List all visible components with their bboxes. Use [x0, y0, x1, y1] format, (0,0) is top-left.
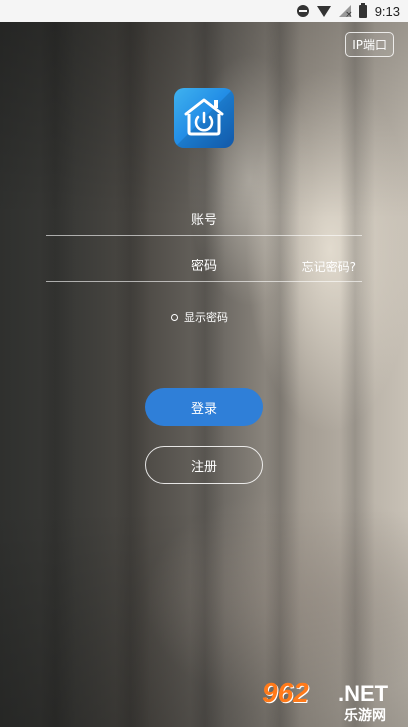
show-password-label: 显示密码 [184, 311, 228, 324]
account-input[interactable] [46, 213, 362, 228]
status-bar: 9:13 [0, 0, 408, 22]
forgot-password-link[interactable]: 忘记密码? [302, 258, 356, 275]
login-button[interactable]: 登录 [145, 388, 263, 426]
wifi-icon [316, 5, 331, 17]
battery-icon [358, 2, 367, 18]
account-field-container [46, 206, 362, 236]
watermark-sub: 乐游网 [344, 708, 386, 724]
show-password-toggle[interactable]: 显示密码 [171, 309, 228, 325]
watermark-net: .NET [338, 681, 389, 706]
app-logo [174, 88, 234, 148]
site-watermark: 962 .NET 乐游网 [262, 677, 402, 724]
show-password-radio[interactable] [171, 313, 178, 321]
status-time: 9:13 [374, 3, 400, 19]
password-field-container: 忘记密码? [46, 252, 362, 282]
register-button[interactable]: 注册 [145, 446, 263, 484]
watermark-number: 962 [262, 677, 309, 708]
do-not-disturb-icon [296, 5, 309, 17]
no-signal-icon [338, 5, 353, 20]
ip-port-button[interactable]: IP端口 [345, 32, 394, 57]
home-power-icon [174, 88, 234, 148]
